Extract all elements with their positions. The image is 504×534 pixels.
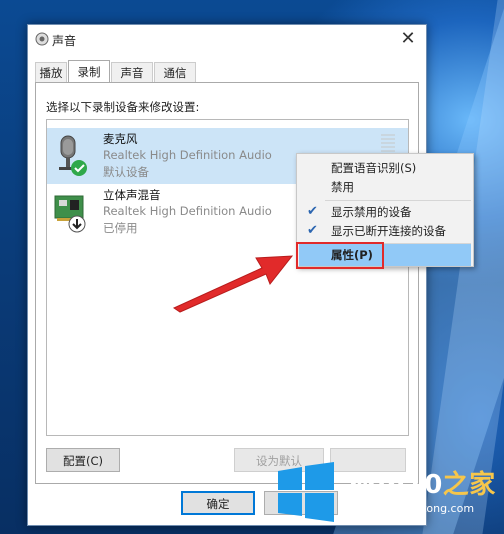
watermark-title: Win10之家 — [348, 470, 496, 500]
configure-button[interactable]: 配置(C) — [46, 448, 120, 472]
watermark: Win10之家 www.win10xitong.com — [268, 450, 504, 534]
instruction-text: 选择以下录制设备来修改设置: — [46, 100, 200, 114]
tab-playback[interactable]: 播放 — [35, 62, 67, 83]
menu-item-disable[interactable]: 禁用 — [299, 176, 471, 198]
device-driver: Realtek High Definition Audio — [103, 204, 272, 218]
speaker-icon — [35, 32, 49, 46]
tab-recording[interactable]: 录制 — [68, 60, 110, 83]
microphone-icon — [53, 134, 89, 178]
window-title: 声音 — [52, 34, 77, 48]
menu-item-show-disconnected[interactable]: ✔ 显示已断开连接的设备 — [299, 220, 471, 242]
close-button[interactable]: ✕ — [396, 28, 420, 50]
annotation-highlight-box — [296, 242, 384, 269]
check-icon: ✔ — [307, 223, 318, 238]
device-name: 立体声混音 — [103, 188, 161, 202]
sound-card-icon — [53, 190, 89, 234]
tab-sounds[interactable]: 声音 — [111, 62, 153, 83]
annotation-arrow-icon — [172, 255, 294, 313]
title-bar: 声音 ✕ — [28, 25, 426, 55]
device-status: 默认设备 — [103, 165, 149, 179]
device-driver: Realtek High Definition Audio — [103, 148, 272, 162]
ok-button[interactable]: 确定 — [181, 491, 255, 515]
tab-communications[interactable]: 通信 — [154, 62, 196, 83]
device-name: 麦克风 — [103, 132, 138, 146]
device-status: 已停用 — [103, 221, 138, 235]
watermark-url: www.win10xitong.com — [350, 502, 475, 515]
windows-logo-icon — [278, 462, 334, 522]
